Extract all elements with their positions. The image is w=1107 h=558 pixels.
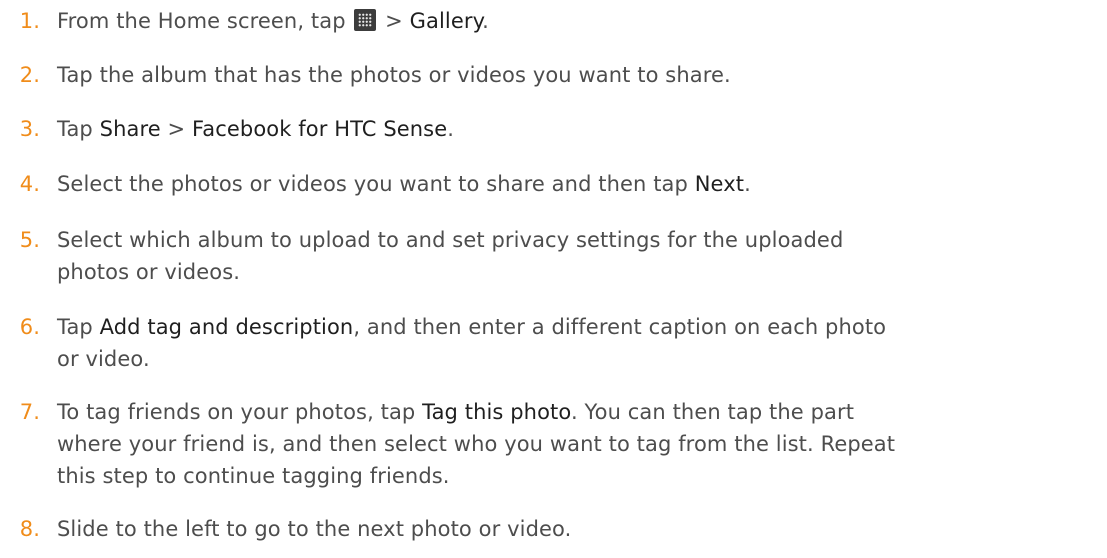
step-text: where your friend is, and then select wh… <box>57 432 896 456</box>
ui-label: Gallery <box>409 9 483 33</box>
step-text: photos or videos. <box>57 260 241 284</box>
step-text: , and then enter a different caption on … <box>353 315 887 339</box>
step-text-line: photos or videos. <box>57 256 1107 288</box>
step-text-line: Select the photos or videos you want to … <box>57 168 1107 200</box>
step-number: 7. <box>19 400 40 424</box>
step-text: or video. <box>57 347 150 371</box>
step-number: 3. <box>19 117 40 141</box>
step-text: this step to continue tagging friends. <box>57 464 450 488</box>
step-text-line: Tap Share > Facebook for HTC Sense. <box>57 113 1107 145</box>
step-text: Tap <box>57 117 100 141</box>
step-text: Slide to the left to go to the next phot… <box>57 517 572 541</box>
step-text-line: From the Home screen, tap > Gallery. <box>57 5 1107 37</box>
ui-label: Facebook for HTC Sense <box>192 117 448 141</box>
step-number: 8. <box>19 517 40 541</box>
step-text-line: Select which album to upload to and set … <box>57 224 1107 256</box>
step-text-line: or video. <box>57 343 1107 375</box>
ui-label: Share <box>99 117 161 141</box>
step-text: . You can then tap the part <box>570 400 855 424</box>
step-text-line: Tap the album that has the photos or vid… <box>57 59 1107 91</box>
step-text: Tap the album that has the photos or vid… <box>57 63 731 87</box>
step-text: Select which album to upload to and set … <box>57 228 844 252</box>
step-text: From the Home screen, tap <box>57 9 353 33</box>
step-text: . <box>447 117 455 141</box>
step-number: 2. <box>19 63 40 87</box>
step-text: To tag friends on your photos, tap <box>57 400 423 424</box>
step-text-line: this step to continue tagging friends. <box>57 460 1107 492</box>
step-number: 4. <box>19 172 40 196</box>
step-text: Select the photos or videos you want to … <box>57 172 695 196</box>
step-text-line: To tag friends on your photos, tap Tag t… <box>57 396 1107 428</box>
step-text: . <box>482 9 489 33</box>
step-text-line: Tap Add tag and description, and then en… <box>57 311 1107 343</box>
step-number: 6. <box>19 315 40 339</box>
step-text: > <box>160 117 192 141</box>
step-text: > <box>378 9 410 33</box>
step-text: Tap <box>57 315 100 339</box>
step-text-line: where your friend is, and then select wh… <box>57 428 1107 460</box>
ui-label: Tag this photo <box>422 400 571 424</box>
all-apps-icon <box>354 9 377 31</box>
ui-label: Add tag and description <box>99 315 354 339</box>
ui-label: Next <box>694 172 745 196</box>
step-number: 5. <box>19 228 40 252</box>
step-number: 1. <box>19 9 40 33</box>
step-text: . <box>744 172 751 196</box>
step-text-line: Slide to the left to go to the next phot… <box>57 513 1107 545</box>
